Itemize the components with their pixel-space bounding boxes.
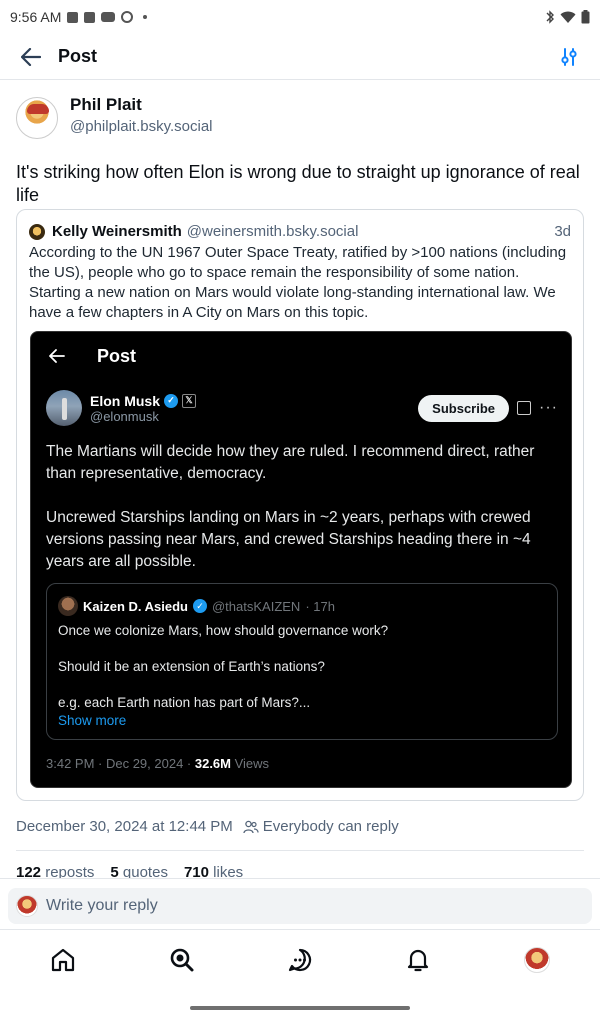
reposts-stat[interactable]: 122 reposts	[16, 864, 94, 878]
reply-bar: Write your reply	[0, 878, 600, 930]
likes-stat[interactable]: 710 likes	[184, 864, 243, 878]
quote-avatar	[29, 223, 45, 240]
bell-icon	[408, 949, 429, 972]
embed-inner-quote: Kaizen D. Asiedu ✓ @thatsKAIZEN · 17h On…	[46, 583, 558, 740]
reposts-label: reposts	[41, 864, 95, 878]
sliders-icon	[561, 47, 577, 66]
status-time: 9:56 AM	[10, 9, 62, 25]
bottom-nav	[0, 930, 600, 990]
embed-author-handle: @elonmusk	[90, 408, 159, 424]
embed-paragraph: The Martians will decide how they are ru…	[46, 443, 535, 482]
embed-views-label: Views	[231, 756, 270, 771]
thread-settings-button[interactable]	[556, 44, 582, 70]
divider	[16, 850, 584, 851]
bluetooth-icon	[546, 10, 554, 24]
embed-back-icon	[47, 346, 67, 366]
inner-author-name: Kaizen D. Asiedu	[83, 598, 188, 614]
show-more-link: Show more	[58, 713, 127, 728]
embed-subscribe-button: Subscribe	[418, 394, 510, 422]
quotes-label: quotes	[118, 864, 168, 878]
reply-input[interactable]: Write your reply	[8, 888, 592, 924]
inner-text-line: e.g. each Earth nation has part of Mars?…	[58, 695, 311, 710]
post-timestamp: December 30, 2024 at 12:44 PM	[16, 818, 233, 835]
reply-setting[interactable]: Everybody can reply	[263, 818, 399, 835]
facebook-icon	[84, 11, 96, 23]
likes-label: likes	[208, 864, 244, 878]
embed-title: Post	[97, 345, 137, 366]
avatar[interactable]	[16, 97, 58, 139]
embed-paragraph: Uncrewed Starships landing on Mars in ~2…	[46, 509, 531, 570]
reply-placeholder: Write your reply	[46, 897, 158, 914]
threads-icon	[121, 11, 134, 23]
reposts-count: 122	[16, 864, 42, 878]
quote-time: 3d	[554, 223, 571, 240]
wifi-icon	[560, 11, 576, 23]
avatar	[16, 895, 38, 917]
grok-icon	[517, 401, 532, 415]
gesture-bar	[0, 990, 600, 1024]
quote-author-handle: @weinersmith.bsky.social	[186, 223, 359, 240]
more-notifications-icon	[143, 15, 148, 19]
embed-meta: 3:42 PM · Dec 29, 2024 · 32.6M Views	[46, 756, 269, 771]
nav-home[interactable]	[43, 940, 83, 980]
back-button[interactable]	[16, 42, 46, 72]
arrow-left-icon	[21, 47, 41, 66]
quoted-post[interactable]: Kelly Weinersmith @weinersmith.bsky.soci…	[16, 209, 584, 801]
main-post: Phil Plait @philplait.bsky.social It's s…	[16, 94, 584, 207]
chat-icon	[288, 948, 312, 972]
post-meta: December 30, 2024 at 12:44 PM Everybody …	[16, 818, 399, 835]
nav-notifications[interactable]	[398, 940, 438, 980]
engagement-stats: 122 reposts 5 quotes 710 likes	[16, 864, 243, 878]
search-icon	[170, 948, 194, 972]
quote-author-name: Kelly Weinersmith	[52, 223, 182, 240]
more-icon: ···	[539, 399, 558, 416]
nav-search[interactable]	[162, 940, 202, 980]
facebook-icon	[67, 11, 79, 23]
quotes-count: 5	[110, 864, 119, 878]
author-handle[interactable]: @philplait.bsky.social	[70, 116, 213, 138]
nav-chat[interactable]	[280, 940, 320, 980]
quote-text: According to the UN 1967 Outer Space Tre…	[29, 244, 567, 321]
people-icon	[243, 820, 259, 834]
avatar	[523, 947, 550, 973]
embed-avatar	[46, 390, 82, 426]
verified-badge-icon: ✓	[192, 599, 207, 613]
page-title: Post	[58, 46, 98, 66]
battery-icon	[581, 10, 590, 24]
author-name[interactable]: Phil Plait	[70, 94, 213, 116]
embed-timestamp: 3:42 PM · Dec 29, 2024 ·	[46, 756, 195, 771]
embed-author-name: Elon Musk	[90, 392, 161, 409]
home-indicator[interactable]	[190, 1006, 410, 1010]
post-text: It's striking how often Elon is wrong du…	[16, 162, 580, 205]
inner-text-line: Should it be an extension of Earth’s nat…	[58, 659, 325, 674]
post-author[interactable]: Phil Plait @philplait.bsky.social	[16, 94, 584, 139]
x-logo-icon: 𝕏	[182, 393, 197, 408]
inner-time: · 17h	[305, 598, 335, 614]
embed-views-count: 32.6M	[194, 756, 231, 771]
inner-text-line: Once we colonize Mars, how should govern…	[58, 623, 389, 638]
inner-author-handle: @thatsKAIZEN	[211, 598, 301, 614]
verified-badge-icon: ✓	[164, 393, 179, 408]
home-icon	[52, 948, 75, 972]
quotes-stat[interactable]: 5 quotes	[110, 864, 168, 878]
youtube-icon	[101, 12, 116, 22]
likes-count: 710	[183, 864, 209, 878]
status-bar: 9:56 AM	[0, 0, 600, 34]
inner-avatar	[58, 596, 78, 616]
embedded-screenshot[interactable]: Post Elon Musk ✓ 𝕏 @elonmusk Subscribe ·…	[30, 331, 572, 788]
nav-profile[interactable]	[517, 940, 557, 980]
top-bar: Post	[0, 34, 600, 80]
